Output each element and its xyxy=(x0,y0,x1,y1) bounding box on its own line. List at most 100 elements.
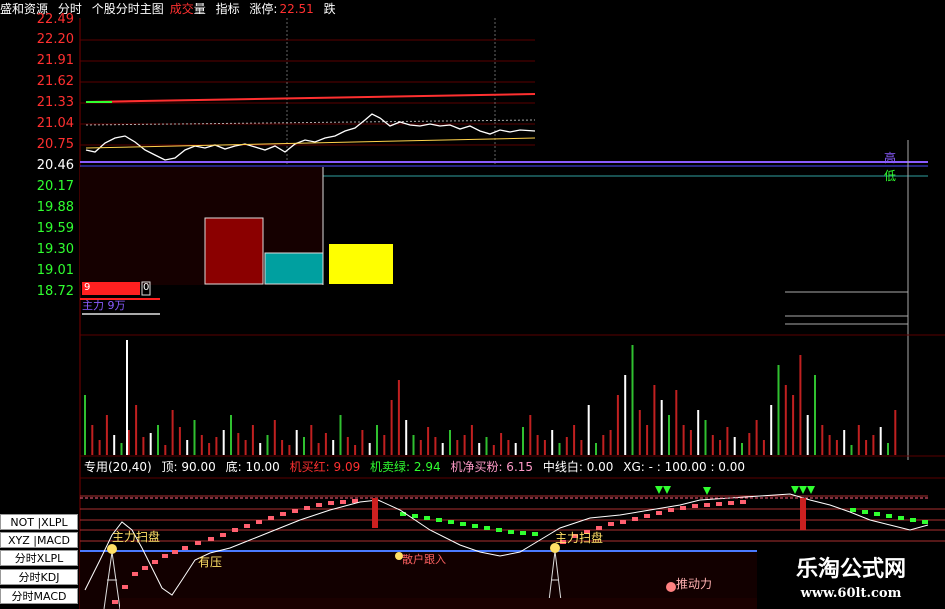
net-buy-bar xyxy=(620,520,626,524)
volume-bar xyxy=(536,435,539,455)
indicator-grid xyxy=(80,495,945,542)
volume-bar xyxy=(551,430,554,455)
retail-label: 散户跟入 xyxy=(402,553,446,566)
net-buy-bar xyxy=(195,541,201,545)
net-buy-bar xyxy=(680,506,686,510)
volume-bar xyxy=(865,440,868,455)
net-buy-bar xyxy=(256,520,262,524)
volume-bar xyxy=(215,437,218,455)
indicator-spike-2 xyxy=(800,498,806,530)
indicator-green-arrows xyxy=(655,486,815,495)
sweep-marker-1 xyxy=(107,544,117,554)
watermark-url: www.60lt.com xyxy=(800,586,902,601)
volume-bar xyxy=(646,425,649,455)
volume-bar xyxy=(587,405,590,455)
volume-bar xyxy=(288,445,291,455)
volume-bar xyxy=(580,440,583,455)
volume-bar xyxy=(748,433,751,455)
volume-bar xyxy=(704,420,707,455)
net-buy-bar xyxy=(244,524,250,528)
volume-bar-peak xyxy=(126,340,128,455)
net-sell-bar xyxy=(874,512,880,516)
net-buy-bar xyxy=(182,546,188,550)
indicator-net-buy: 机净买粉: 6.15 xyxy=(450,460,534,474)
volume-bar xyxy=(843,430,846,455)
volume-bar xyxy=(638,410,641,455)
fund-bar-large-sell xyxy=(264,252,324,285)
volume-bar xyxy=(689,430,692,455)
net-buy-bar xyxy=(232,528,238,532)
volume-bar xyxy=(310,425,313,455)
net-buy-bar xyxy=(292,509,298,513)
net-buy-bar xyxy=(704,503,710,507)
volume-bar xyxy=(412,435,415,455)
volume-bar xyxy=(741,443,743,455)
low-label: 低 xyxy=(884,169,897,183)
volume-bar xyxy=(135,405,138,455)
avg-line-red xyxy=(85,93,536,103)
volume-bar xyxy=(127,430,130,455)
volume-bar xyxy=(522,427,524,455)
net-sell-bar xyxy=(496,528,502,532)
side-button-intraday-kdj[interactable]: 分时KDJ xyxy=(0,569,78,585)
net-buy-bar xyxy=(716,502,722,506)
volume-bar xyxy=(178,427,181,455)
volume-bar xyxy=(726,427,729,455)
volume-bar xyxy=(200,435,203,455)
volume-bar xyxy=(149,433,152,455)
net-sell-bar xyxy=(532,532,538,536)
volume-bar xyxy=(449,430,451,455)
volume-bar xyxy=(660,400,663,455)
fund-bar-retail xyxy=(329,244,393,284)
chart-canvas[interactable] xyxy=(0,0,945,609)
volume-bar xyxy=(142,437,145,455)
avg-price-line xyxy=(85,137,536,149)
volume-bar xyxy=(814,375,816,455)
volume-bar xyxy=(806,415,809,455)
net-buy-bar xyxy=(280,512,286,516)
indicator-bottom: 底: 10.00 xyxy=(225,460,280,474)
volume-bar xyxy=(441,443,444,455)
volume-bar xyxy=(193,420,196,455)
volume-bar xyxy=(850,445,853,455)
net-sell-bar xyxy=(460,522,466,526)
volume-bar xyxy=(828,435,831,455)
volume-bar xyxy=(230,415,232,455)
volume-bar xyxy=(792,395,795,455)
volume-bar xyxy=(354,445,357,455)
volume-bar xyxy=(514,443,517,455)
side-button-intraday-xlpl[interactable]: 分时XLPL xyxy=(0,550,78,566)
net-buy-bar xyxy=(728,501,734,505)
net-buy-bar xyxy=(152,560,158,564)
sweep-label-2: 主力扫盘 xyxy=(555,531,604,545)
volume-bar xyxy=(711,435,714,455)
drive-marker xyxy=(666,582,676,592)
volume-bar xyxy=(558,443,561,455)
net-buy-bar xyxy=(656,511,662,515)
net-sell-bar xyxy=(922,520,928,524)
indicator-top: 顶: 90.00 xyxy=(161,460,216,474)
volume-bar xyxy=(595,443,597,455)
indicator-xg: XG: - : 100.00 : 0.00 xyxy=(623,460,746,474)
volume-bar xyxy=(434,437,437,455)
volume-bar xyxy=(653,385,656,455)
indicator-name[interactable]: 专用(20,40) xyxy=(84,460,152,474)
net-buy-bar xyxy=(328,501,334,505)
fund-bar-large-buy xyxy=(204,217,264,285)
indicator-buy-red: 机买红: 9.09 xyxy=(289,460,361,474)
volume-bar xyxy=(324,433,327,455)
side-button-xyz-macd[interactable]: XYZ |MACD xyxy=(0,532,78,548)
net-buy-bar xyxy=(172,550,178,554)
volume-bar xyxy=(368,443,371,455)
net-buy-bar xyxy=(304,506,310,510)
volume-bar xyxy=(266,435,269,455)
side-button-intraday-macd[interactable]: 分时MACD xyxy=(0,588,78,604)
indicator-spike-1 xyxy=(372,498,378,528)
volume-bar xyxy=(164,445,167,455)
volume-bar xyxy=(784,385,787,455)
volume-bar xyxy=(208,443,211,455)
net-sell-bar xyxy=(886,514,892,518)
side-button-not-xlpl[interactable]: NOT |XLPL xyxy=(0,514,78,530)
fund-mini-red xyxy=(82,282,140,295)
volume-bar xyxy=(507,440,510,455)
